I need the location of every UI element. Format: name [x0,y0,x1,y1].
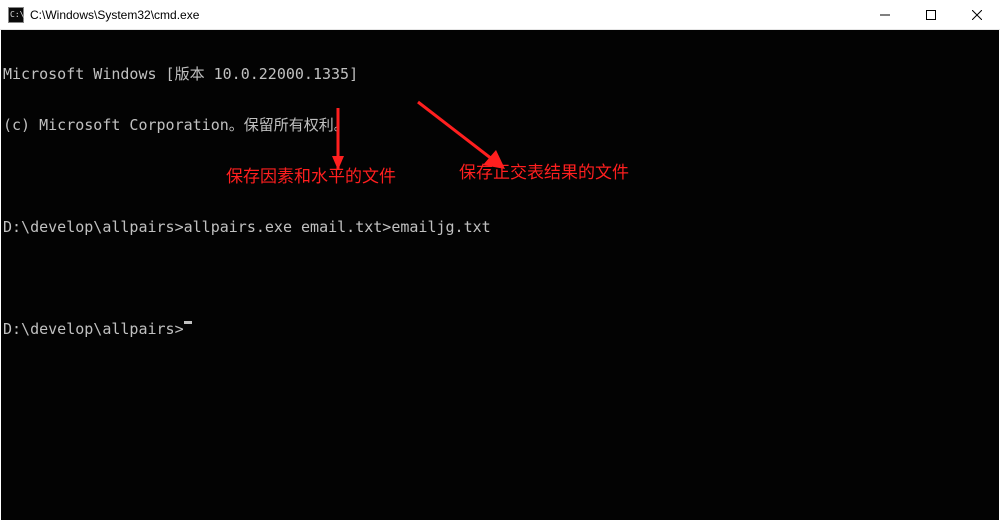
titlebar: C:\ C:\Windows\System32\cmd.exe [0,0,1000,30]
cursor [184,321,192,324]
window-controls [862,0,1000,30]
copyright-line: (c) Microsoft Corporation。保留所有权利。 [3,117,999,134]
close-button[interactable] [954,0,1000,30]
svg-text:C:\: C:\ [10,10,24,19]
command-line-1: D:\develop\allpairs>allpairs.exe email.t… [3,219,999,236]
annotation-right: 保存正交表结果的文件 [459,164,629,181]
prompt-2: D:\develop\allpairs> [3,321,184,338]
prompt-1: D:\develop\allpairs> [3,219,184,236]
annotation-left: 保存因素和水平的文件 [226,168,396,185]
arrow-left [323,98,353,173]
terminal-area[interactable]: Microsoft Windows [版本 10.0.22000.1335] (… [1,30,999,520]
version-line: Microsoft Windows [版本 10.0.22000.1335] [3,66,999,83]
minimize-button[interactable] [862,0,908,30]
command-text: allpairs.exe email.txt>emailjg.txt [184,219,491,236]
cmd-icon: C:\ [8,7,24,23]
window-title: C:\Windows\System32\cmd.exe [30,0,862,30]
command-line-2: D:\develop\allpairs> [3,321,999,338]
maximize-button[interactable] [908,0,954,30]
